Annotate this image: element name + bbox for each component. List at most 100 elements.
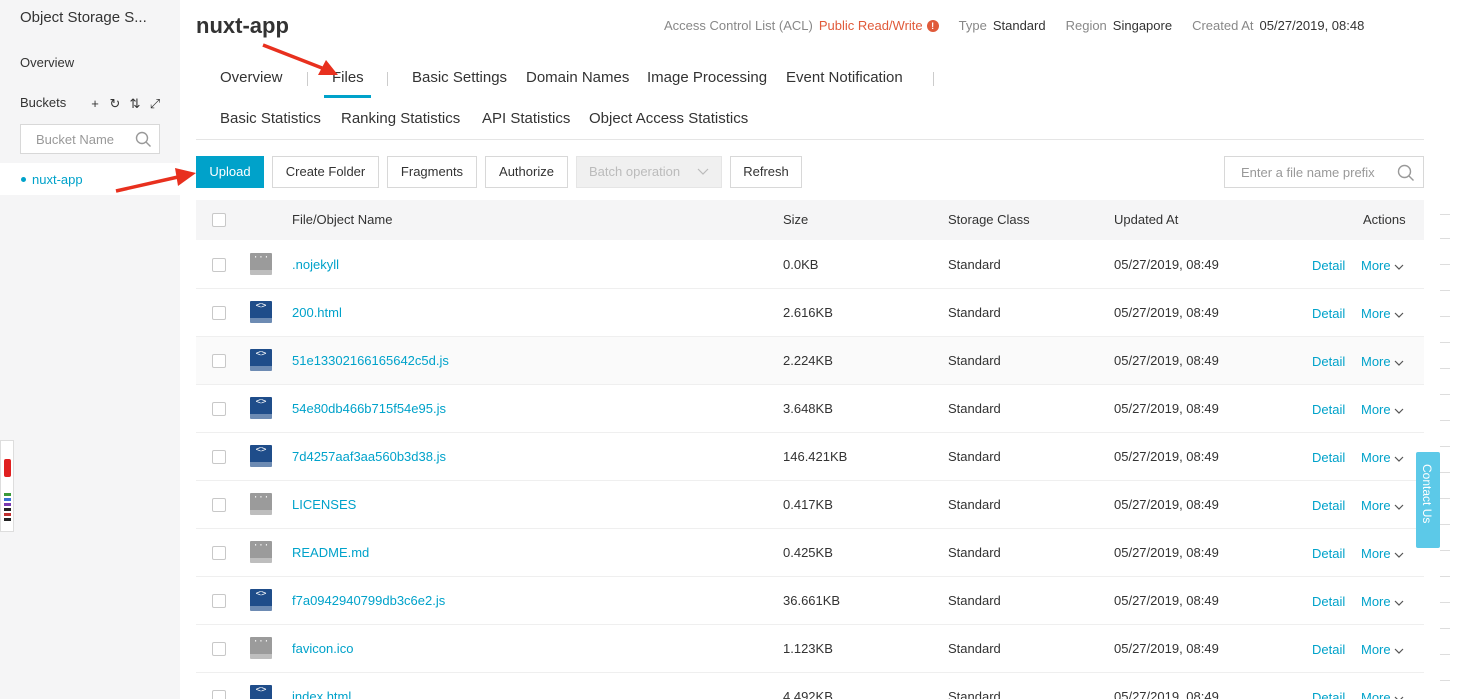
tab-overview[interactable]: Overview	[220, 69, 283, 86]
table-row[interactable]: <> f7a0942940799db3c6e2.js 36.661KB Standar…	[196, 577, 1424, 625]
table-row[interactable]: ··· .nojekyll 0.0KB Standard 05/27/2019, 08:…	[196, 241, 1424, 289]
sidebar: Object Storage S... Overview Buckets + ↻…	[0, 0, 180, 699]
search-icon[interactable]	[135, 131, 152, 148]
file-name-link[interactable]: index.html	[292, 689, 351, 699]
row-checkbox[interactable]	[212, 258, 226, 272]
sidebar-item-overview[interactable]: Overview	[20, 55, 74, 70]
row-checkbox[interactable]	[212, 498, 226, 512]
tab-image-processing[interactable]: Image Processing	[647, 69, 767, 86]
more-label: More	[1361, 594, 1391, 609]
file-name-link[interactable]: 54e80db466b715f54e95.js	[292, 401, 446, 416]
table-row[interactable]: <> 200.html 2.616KB Standard 05/27/2019, 08:…	[196, 289, 1424, 337]
batch-operation-dropdown[interactable]: Batch operation	[576, 156, 722, 188]
acl-label: Access Control List (ACL)	[664, 18, 813, 33]
row-checkbox[interactable]	[212, 594, 226, 608]
more-dropdown[interactable]: More	[1361, 642, 1404, 657]
row-checkbox[interactable]	[212, 450, 226, 464]
more-dropdown[interactable]: More	[1361, 498, 1404, 513]
more-dropdown[interactable]: More	[1361, 450, 1404, 465]
detail-link[interactable]: Detail	[1312, 546, 1345, 561]
file-name-link[interactable]: README.md	[292, 545, 369, 560]
refresh-button[interactable]: Refresh	[730, 156, 802, 188]
code-file-icon: <>	[250, 685, 272, 699]
tab-ranking-statistics[interactable]: Ranking Statistics	[341, 110, 460, 127]
tab-domain-names[interactable]: Domain Names	[526, 69, 629, 86]
table-row[interactable]: <> 51e13302166165642c5d.js 2.224KB Standard…	[196, 337, 1424, 385]
file-size: 146.421KB	[783, 449, 848, 464]
table-row[interactable]: ··· favicon.ico 1.123KB Standard 05/27/2019,…	[196, 625, 1424, 673]
sort-icon[interactable]: ⇅	[128, 96, 142, 112]
sidebar-bucket-nuxt-app[interactable]: nuxt-app	[0, 163, 180, 195]
file-name-link[interactable]: 7d4257aaf3aa560b3d38.js	[292, 449, 446, 464]
more-label: More	[1361, 498, 1391, 513]
more-dropdown[interactable]: More	[1361, 258, 1404, 273]
file-name-link[interactable]: favicon.ico	[292, 641, 353, 656]
chevron-down-icon	[1394, 456, 1404, 462]
chevron-down-icon	[1394, 312, 1404, 318]
refresh-icon[interactable]: ↻	[108, 96, 122, 112]
chevron-down-icon	[1394, 504, 1404, 510]
tab-files[interactable]: Files	[332, 69, 364, 86]
widget-strip	[4, 503, 11, 506]
file-size: 3.648KB	[783, 401, 833, 416]
detail-link[interactable]: Detail	[1312, 642, 1345, 657]
detail-link[interactable]: Detail	[1312, 450, 1345, 465]
expand-icon[interactable]: ⤢	[148, 96, 162, 112]
row-checkbox[interactable]	[212, 306, 226, 320]
more-dropdown[interactable]: More	[1361, 546, 1404, 561]
row-checkbox[interactable]	[212, 354, 226, 368]
file-name-link[interactable]: LICENSES	[292, 497, 356, 512]
create-folder-button[interactable]: Create Folder	[272, 156, 379, 188]
tab-api-statistics[interactable]: API Statistics	[482, 110, 570, 127]
warning-icon[interactable]: !	[926, 19, 939, 32]
table-row[interactable]: ··· README.md 0.425KB Standard 05/27/2019, 0…	[196, 529, 1424, 577]
more-dropdown[interactable]: More	[1361, 354, 1404, 369]
tabs-divider	[196, 139, 1424, 140]
tab-basic-statistics[interactable]: Basic Statistics	[220, 110, 321, 127]
table-row[interactable]: ··· LICENSES 0.417KB Standard 05/27/2019, 08…	[196, 481, 1424, 529]
detail-link[interactable]: Detail	[1312, 594, 1345, 609]
page-title: nuxt-app	[196, 13, 289, 38]
updated-at: 05/27/2019, 08:49	[1114, 305, 1219, 320]
table-row[interactable]: <> 54e80db466b715f54e95.js 3.648KB Standard…	[196, 385, 1424, 433]
row-checkbox[interactable]	[212, 642, 226, 656]
widget-strip	[4, 518, 11, 521]
file-prefix-input[interactable]	[1225, 157, 1385, 187]
tab-object-access-statistics[interactable]: Object Access Statistics	[589, 110, 748, 127]
authorize-button[interactable]: Authorize	[485, 156, 568, 188]
bucket-search-input[interactable]	[21, 125, 129, 153]
side-widget[interactable]	[0, 440, 14, 532]
select-all-checkbox[interactable]	[212, 213, 226, 227]
table-row[interactable]: <> 7d4257aaf3aa560b3d38.js 146.421KB Standa…	[196, 433, 1424, 481]
tab-basic-settings[interactable]: Basic Settings	[412, 69, 507, 86]
search-icon[interactable]	[1397, 164, 1415, 182]
file-name-link[interactable]: f7a0942940799db3c6e2.js	[292, 593, 445, 608]
tab-divider	[307, 72, 308, 86]
detail-link[interactable]: Detail	[1312, 354, 1345, 369]
more-dropdown[interactable]: More	[1361, 594, 1404, 609]
tab-event-notification[interactable]: Event Notification	[786, 69, 903, 86]
more-dropdown[interactable]: More	[1361, 306, 1404, 321]
contact-us-button[interactable]: Contact Us	[1416, 452, 1440, 548]
fragments-button[interactable]: Fragments	[387, 156, 477, 188]
detail-link[interactable]: Detail	[1312, 402, 1345, 417]
detail-link[interactable]: Detail	[1312, 306, 1345, 321]
file-name-link[interactable]: 51e13302166165642c5d.js	[292, 353, 449, 368]
row-checkbox[interactable]	[212, 690, 226, 699]
more-dropdown[interactable]: More	[1361, 690, 1404, 699]
detail-link[interactable]: Detail	[1312, 690, 1345, 699]
more-dropdown[interactable]: More	[1361, 402, 1404, 417]
row-checkbox[interactable]	[212, 546, 226, 560]
storage-class: Standard	[948, 449, 1001, 464]
generic-file-icon: ···	[250, 637, 272, 659]
add-bucket-icon[interactable]: +	[88, 96, 102, 112]
upload-button[interactable]: Upload	[196, 156, 264, 188]
file-name-link[interactable]: .nojekyll	[292, 257, 339, 272]
table-row[interactable]: <> index.html 4.492KB Standard 05/27/2019, 0…	[196, 673, 1424, 699]
storage-class: Standard	[948, 353, 1001, 368]
row-checkbox[interactable]	[212, 402, 226, 416]
detail-link[interactable]: Detail	[1312, 258, 1345, 273]
file-name-link[interactable]: 200.html	[292, 305, 342, 320]
table-header: File/Object Name Size Storage Class Upda…	[196, 200, 1424, 240]
detail-link[interactable]: Detail	[1312, 498, 1345, 513]
